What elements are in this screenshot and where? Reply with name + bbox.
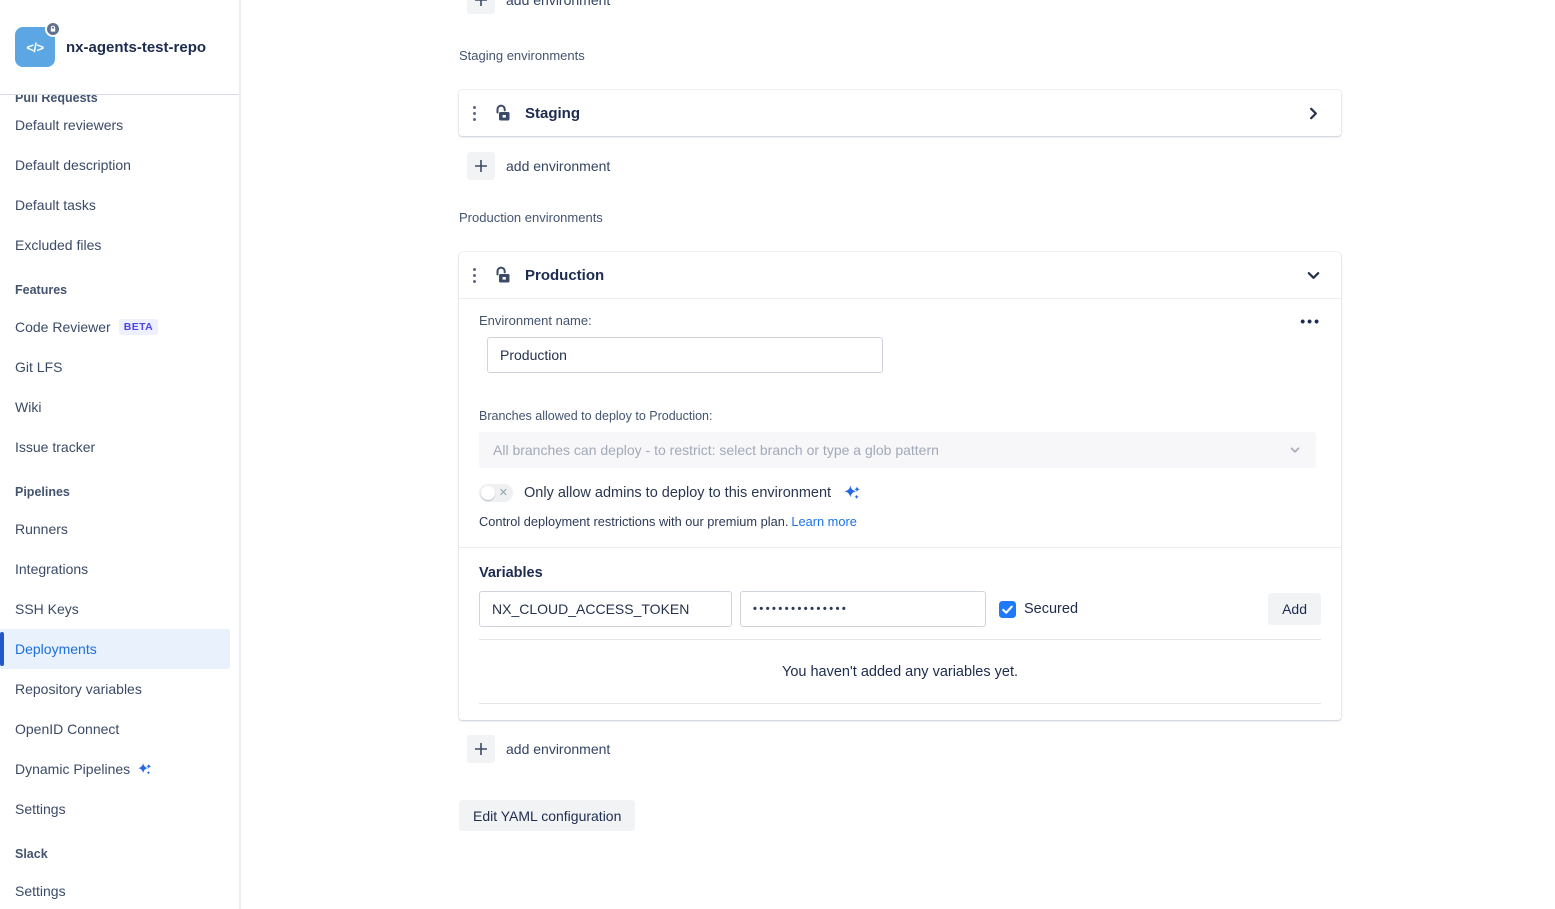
sidebar-repo-header: </> nx-agents-test-repo bbox=[0, 0, 239, 95]
sidebar-item-slack-settings[interactable]: Settings bbox=[0, 871, 230, 909]
beta-badge: BETA bbox=[119, 319, 158, 335]
staging-card-header[interactable]: Staging bbox=[459, 90, 1341, 136]
production-environment-card: Production Environment name: ••• Branche… bbox=[459, 252, 1341, 720]
variables-heading: Variables bbox=[479, 565, 1321, 581]
add-variable-button[interactable]: Add bbox=[1268, 593, 1321, 625]
card-section-divider bbox=[459, 547, 1341, 548]
admins-only-toggle[interactable]: ✕ bbox=[479, 484, 513, 502]
toggle-off-x-icon: ✕ bbox=[499, 486, 508, 500]
secured-label: Secured bbox=[1024, 601, 1078, 617]
branches-allowed-label: Branches allowed to deploy to Production… bbox=[479, 409, 1321, 423]
production-title: Production bbox=[525, 267, 604, 284]
add-environment-button-test[interactable]: add environment bbox=[467, 0, 610, 14]
edit-yaml-configuration-button[interactable]: Edit YAML configuration bbox=[459, 800, 635, 831]
code-icon: </> bbox=[26, 40, 43, 55]
sidebar-item-pipelines-settings[interactable]: Settings bbox=[0, 789, 230, 829]
chevron-right-icon[interactable] bbox=[1304, 104, 1323, 123]
sidebar-item-code-reviewer[interactable]: Code Reviewer BETA bbox=[0, 307, 230, 347]
staging-environments-label: Staging environments bbox=[459, 48, 1341, 64]
sidebar-item-openid-connect[interactable]: OpenID Connect bbox=[0, 709, 230, 749]
branch-restriction-select[interactable]: All branches can deploy - to restrict: s… bbox=[479, 432, 1316, 468]
sidebar-item-dynamic-pipelines[interactable]: Dynamic Pipelines bbox=[0, 749, 230, 789]
sidebar-item-issue-tracker[interactable]: Issue tracker bbox=[0, 427, 230, 467]
sparkle-icon bbox=[842, 483, 862, 503]
plus-icon bbox=[467, 735, 495, 763]
nav-heading-slack: Slack bbox=[0, 836, 239, 871]
staging-environment-card: Staging bbox=[459, 90, 1341, 136]
sidebar-nav: Pull Requests Default reviewers Default … bbox=[0, 95, 239, 909]
variables-empty-message: You haven't added any variables yet. bbox=[479, 640, 1321, 703]
environment-name-label: Environment name: bbox=[479, 313, 592, 328]
learn-more-link[interactable]: Learn more bbox=[791, 514, 856, 529]
private-lock-badge-icon bbox=[45, 21, 61, 37]
sidebar-item-excluded-files[interactable]: Excluded files bbox=[0, 225, 230, 265]
repo-avatar: </> bbox=[15, 27, 55, 67]
plus-icon bbox=[467, 152, 495, 180]
premium-plan-text: Control deployment restrictions with our… bbox=[479, 514, 788, 529]
sidebar-item-repository-variables[interactable]: Repository variables bbox=[0, 669, 230, 709]
unlocked-padlock-icon bbox=[493, 103, 513, 123]
plus-icon bbox=[467, 0, 495, 14]
nav-heading-pipelines: Pipelines bbox=[0, 474, 239, 509]
deployments-settings-page: add environment Staging environments Sta… bbox=[241, 0, 1555, 909]
sidebar: </> nx-agents-test-repo Pull Requests De… bbox=[0, 0, 241, 909]
sidebar-item-default-reviewers[interactable]: Default reviewers bbox=[0, 105, 230, 145]
variables-divider bbox=[479, 703, 1321, 704]
sidebar-item-git-lfs[interactable]: Git LFS bbox=[0, 347, 230, 387]
sidebar-item-runners[interactable]: Runners bbox=[0, 509, 230, 549]
drag-handle-icon[interactable] bbox=[471, 102, 478, 125]
staging-title: Staging bbox=[525, 105, 580, 122]
branch-restriction-placeholder: All branches can deploy - to restrict: s… bbox=[493, 442, 939, 458]
unlocked-padlock-icon bbox=[493, 265, 513, 285]
admins-only-toggle-label: Only allow admins to deploy to this envi… bbox=[524, 485, 831, 501]
sidebar-item-wiki[interactable]: Wiki bbox=[0, 387, 230, 427]
environment-name-input[interactable] bbox=[487, 337, 883, 373]
add-environment-button-staging[interactable]: add environment bbox=[467, 152, 610, 180]
sidebar-item-ssh-keys[interactable]: SSH Keys bbox=[0, 589, 230, 629]
nav-heading-pull-requests: Pull Requests bbox=[0, 95, 239, 105]
app-root: </> nx-agents-test-repo Pull Requests De… bbox=[0, 0, 1555, 909]
production-card-body: Environment name: ••• Branches allowed t… bbox=[459, 299, 1341, 720]
sidebar-item-default-description[interactable]: Default description bbox=[0, 145, 230, 185]
sidebar-item-integrations[interactable]: Integrations bbox=[0, 549, 230, 589]
add-environment-button-production[interactable]: add environment bbox=[467, 735, 610, 763]
variable-value-input[interactable] bbox=[740, 591, 986, 627]
production-environments-label: Production environments bbox=[459, 210, 1341, 226]
secured-checkbox[interactable] bbox=[999, 601, 1016, 618]
production-card-header[interactable]: Production bbox=[459, 252, 1341, 299]
drag-handle-icon[interactable] bbox=[471, 264, 478, 287]
more-options-icon[interactable]: ••• bbox=[1300, 316, 1321, 326]
chevron-down-icon bbox=[1288, 443, 1302, 457]
nav-heading-features: Features bbox=[0, 272, 239, 307]
sidebar-item-deployments[interactable]: Deployments bbox=[0, 629, 230, 669]
repo-name: nx-agents-test-repo bbox=[66, 39, 206, 56]
variable-name-input[interactable] bbox=[479, 591, 732, 627]
chevron-down-icon[interactable] bbox=[1304, 266, 1323, 285]
sidebar-item-default-tasks[interactable]: Default tasks bbox=[0, 185, 230, 225]
sparkle-icon bbox=[136, 761, 153, 778]
